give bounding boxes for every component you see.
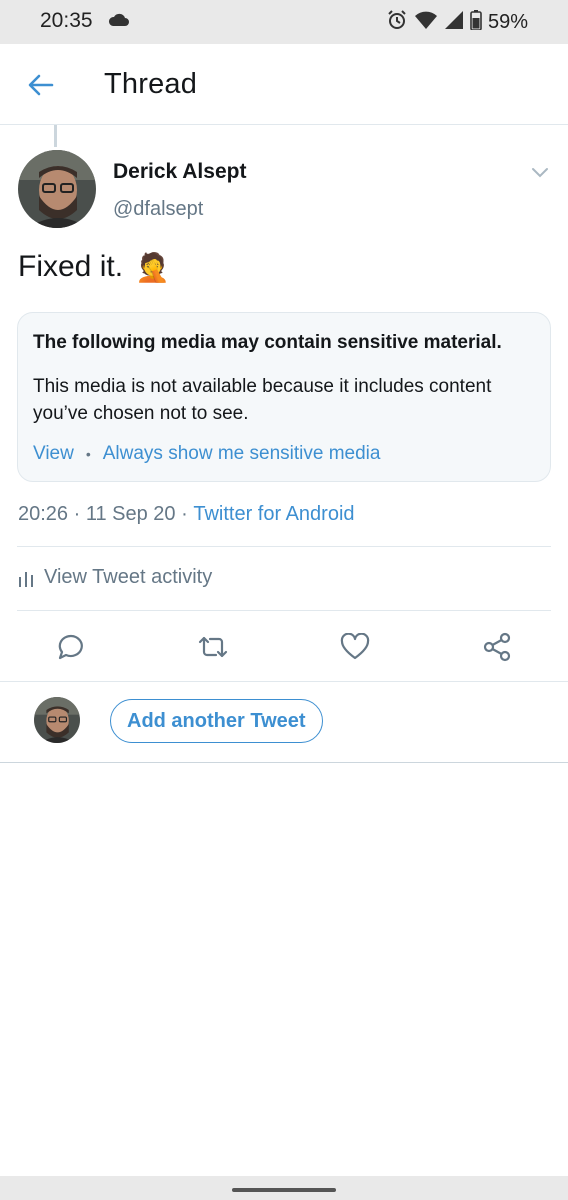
add-another-tweet-button[interactable]: Add another Tweet <box>110 699 323 743</box>
sensitive-title: The following media may contain sensitiv… <box>33 332 502 353</box>
system-nav-bar <box>0 1176 568 1200</box>
separator-dot: • <box>85 446 91 462</box>
home-gesture-handle[interactable] <box>232 1188 336 1192</box>
bar-chart-icon <box>19 571 33 587</box>
tweet-source-link[interactable]: Twitter for Android <box>193 503 354 526</box>
back-arrow-icon <box>28 74 54 96</box>
thread-connector <box>54 125 57 147</box>
page-title: Thread <box>104 68 198 100</box>
back-button[interactable] <box>24 68 58 102</box>
share-icon <box>483 632 511 662</box>
activity-label: View Tweet activity <box>44 566 213 588</box>
top-app-bar: Thread <box>0 44 568 125</box>
divider <box>17 610 551 611</box>
cloud-icon <box>108 13 130 32</box>
meta-separator: · <box>68 503 86 525</box>
reply-button[interactable] <box>54 630 88 664</box>
sensitive-actions: View • Always show me sensitive media <box>33 443 380 465</box>
tweet-options-button[interactable] <box>528 160 552 184</box>
share-button[interactable] <box>480 630 514 664</box>
always-show-sensitive-link[interactable]: Always show me sensitive media <box>103 443 381 465</box>
like-button[interactable] <box>338 630 372 664</box>
meta-separator: · <box>175 503 194 525</box>
divider <box>0 681 568 682</box>
tweet-time: 20:26 <box>18 503 69 525</box>
wifi-icon <box>414 10 438 35</box>
sensitive-media-card: The following media may contain sensitiv… <box>17 312 551 482</box>
author-handle[interactable]: @dfalsept <box>113 198 203 221</box>
battery-percent: 59% <box>487 11 528 33</box>
avatar[interactable] <box>18 150 96 228</box>
tweet-text: Fixed it. 🤦 <box>18 250 170 284</box>
retweet-button[interactable] <box>196 630 230 664</box>
tweet-date: 11 Sep 20 <box>85 503 176 525</box>
sensitive-body: This media is not available because it i… <box>33 376 492 424</box>
status-bar: 20:35 59% <box>0 0 568 44</box>
battery-icon <box>470 10 482 35</box>
facepalm-emoji: 🤦 <box>135 251 170 283</box>
heart-icon <box>340 633 370 660</box>
tweet-body: Fixed it. <box>18 250 124 283</box>
view-tweet-activity-button[interactable]: View Tweet activity <box>18 566 212 589</box>
chevron-down-icon <box>532 168 548 178</box>
view-media-link[interactable]: View <box>33 443 74 465</box>
signal-icon <box>444 10 464 35</box>
current-user-avatar[interactable] <box>34 697 80 743</box>
status-icons: 59% <box>386 9 528 36</box>
divider <box>17 546 551 547</box>
alarm-icon <box>386 9 408 36</box>
status-time: 20:35 <box>40 9 93 32</box>
divider <box>0 762 568 763</box>
reply-icon <box>58 634 83 660</box>
retweet-icon <box>198 636 228 658</box>
tweet-meta: 20:26 · 11 Sep 20 · Twitter for Android <box>18 503 355 526</box>
author-name[interactable]: Derick Alsept <box>113 160 246 184</box>
